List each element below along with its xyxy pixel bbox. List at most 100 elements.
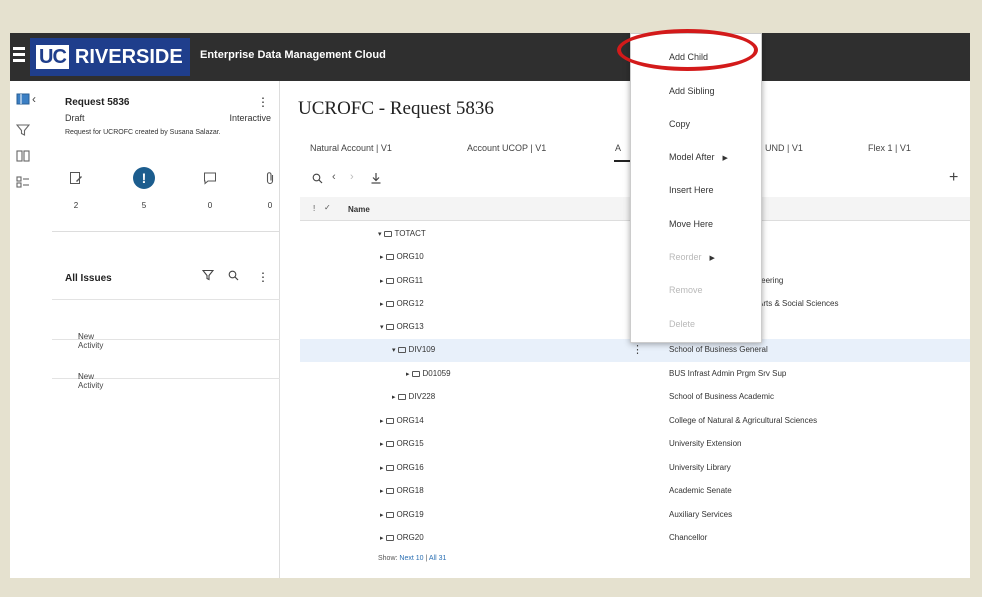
properties-icon[interactable] bbox=[16, 175, 30, 189]
logo-riverside-text: RIVERSIDE bbox=[74, 45, 183, 68]
submenu-arrow-icon: ▶ bbox=[722, 155, 728, 162]
list-item[interactable]: ! New Activity bbox=[52, 339, 280, 390]
request-type: Interactive bbox=[229, 113, 271, 123]
issues-kebab-icon[interactable]: ⋮ bbox=[257, 270, 269, 284]
search-icon[interactable] bbox=[228, 270, 239, 281]
node-description: BUS Infrast Admin Prgm Srv Sup bbox=[669, 369, 787, 378]
expand-icon[interactable]: ▸ bbox=[392, 394, 396, 401]
top-bar: UC RIVERSIDE Enterprise Data Management … bbox=[10, 33, 970, 81]
node-name: TOTACT bbox=[394, 229, 426, 238]
back-icon[interactable]: ‹ bbox=[332, 171, 336, 183]
collapse-icon[interactable]: ▾ bbox=[378, 231, 382, 238]
expand-icon[interactable]: ▸ bbox=[406, 371, 410, 378]
collapse-icon[interactable]: ▾ bbox=[380, 324, 384, 331]
download-icon[interactable] bbox=[370, 172, 382, 184]
folder-icon bbox=[385, 488, 394, 494]
table-row[interactable]: ▸ D01059 BUS Infrast Admin Prgm Srv Sup bbox=[300, 363, 970, 386]
node-name: D01059 bbox=[422, 369, 451, 378]
menu-item-model-after[interactable]: Model After ▶ bbox=[669, 152, 728, 162]
table-row[interactable]: ▸ ORG16 University Library bbox=[300, 457, 970, 480]
request-description: Request for UCROFC created by Susana Sal… bbox=[65, 129, 221, 136]
comment-icon[interactable] bbox=[199, 167, 221, 189]
uc-riverside-logo: UC RIVERSIDE bbox=[30, 38, 190, 76]
compare-icon[interactable] bbox=[16, 149, 30, 163]
forward-icon[interactable]: › bbox=[350, 171, 354, 183]
submenu-arrow-icon: ▶ bbox=[709, 255, 715, 262]
expand-icon[interactable]: ▸ bbox=[380, 418, 384, 425]
expand-icon[interactable]: ▸ bbox=[380, 512, 384, 519]
folder-icon bbox=[385, 418, 394, 424]
request-status: Draft bbox=[65, 113, 85, 123]
expand-icon[interactable]: ▸ bbox=[380, 441, 384, 448]
issues-count: 5 bbox=[141, 201, 147, 210]
add-icon[interactable]: + bbox=[949, 169, 958, 187]
filter-icon[interactable] bbox=[16, 123, 30, 137]
table-row[interactable]: ▸ ORG19 Auxiliary Services bbox=[300, 504, 970, 527]
folder-icon bbox=[385, 278, 394, 284]
table-row[interactable]: ▸ ORG18 Academic Senate bbox=[300, 480, 970, 503]
tab-active[interactable]: A bbox=[615, 143, 621, 153]
node-name: ORG11 bbox=[396, 276, 424, 285]
request-actions-kebab-icon[interactable]: ⋮ bbox=[257, 95, 269, 109]
node-description: School of Business General bbox=[669, 345, 768, 354]
edit-icon[interactable] bbox=[65, 167, 87, 189]
table-row[interactable]: ▸ ORG20 Chancellor bbox=[300, 527, 970, 550]
expand-icon[interactable]: ▸ bbox=[380, 465, 384, 472]
search-icon[interactable] bbox=[312, 173, 323, 184]
expand-icon[interactable]: ▸ bbox=[380, 254, 384, 261]
folder-icon bbox=[411, 371, 420, 377]
logo-uc-text: UC bbox=[36, 45, 69, 69]
table-row[interactable]: ▸ DIV228 School of Business Academic bbox=[300, 386, 970, 409]
expand-icon[interactable]: ▸ bbox=[380, 278, 384, 285]
panel-toggle-icon[interactable] bbox=[16, 92, 30, 106]
app-title: Enterprise Data Management Cloud bbox=[200, 49, 386, 61]
table-row[interactable]: ▸ ORG14 College of Natural & Agricultural… bbox=[300, 410, 970, 433]
folder-icon bbox=[385, 441, 394, 447]
show-all-link[interactable]: All 31 bbox=[429, 555, 447, 562]
node-name: ORG12 bbox=[396, 299, 424, 308]
node-description: University Extension bbox=[669, 439, 742, 448]
hamburger-menu-icon[interactable] bbox=[13, 47, 25, 65]
collapse-chevron-icon[interactable]: ‹ bbox=[32, 92, 36, 106]
expand-icon[interactable]: ▸ bbox=[380, 535, 384, 542]
menu-item-add-sibling[interactable]: Add Sibling bbox=[669, 86, 715, 96]
tab-account-ucop[interactable]: Account UCOP | V1 bbox=[467, 143, 546, 153]
attachment-count: 0 bbox=[267, 201, 273, 210]
tab-natural-account[interactable]: Natural Account | V1 bbox=[310, 143, 392, 153]
issues-header: All Issues bbox=[65, 273, 112, 284]
pagination-separator: | bbox=[425, 555, 428, 562]
edit-count: 2 bbox=[73, 201, 79, 210]
attachment-icon[interactable] bbox=[259, 167, 281, 189]
pagination: Show: Next 10 | All 31 bbox=[378, 555, 446, 562]
row-actions-kebab-icon[interactable]: ⋮ bbox=[632, 343, 643, 356]
page-title: UCROFC - Request 5836 bbox=[298, 98, 494, 119]
request-title: Request 5836 bbox=[65, 97, 130, 108]
filter-icon[interactable] bbox=[202, 269, 214, 281]
menu-item-copy[interactable]: Copy bbox=[669, 119, 690, 129]
collapse-icon[interactable]: ▾ bbox=[392, 347, 396, 354]
comment-count: 0 bbox=[207, 201, 213, 210]
node-name: ORG15 bbox=[396, 439, 424, 448]
table-row[interactable]: ▸ ORG15 University Extension bbox=[300, 433, 970, 456]
menu-item-reorder: Reorder ▶ bbox=[669, 252, 715, 262]
menu-item-insert-here[interactable]: Insert Here bbox=[669, 185, 714, 195]
column-check-icon: ✓ bbox=[324, 203, 331, 212]
node-name: ORG16 bbox=[396, 463, 424, 472]
alert-icon[interactable]: ! bbox=[133, 167, 155, 189]
expand-icon[interactable]: ▸ bbox=[380, 488, 384, 495]
node-name: ORG19 bbox=[396, 510, 424, 519]
column-name-header[interactable]: Name bbox=[348, 205, 370, 214]
tab-flex-1[interactable]: Flex 1 | V1 bbox=[868, 143, 911, 153]
list-item[interactable]: ! New Activity bbox=[52, 299, 280, 350]
tab-fund[interactable]: UND | V1 bbox=[765, 143, 803, 153]
node-name: ORG13 bbox=[396, 322, 424, 331]
left-icon-rail: ‹ bbox=[10, 81, 52, 578]
node-name: ORG10 bbox=[396, 252, 424, 261]
folder-icon bbox=[397, 394, 406, 400]
folder-icon bbox=[397, 347, 406, 353]
node-name: DIV228 bbox=[408, 392, 436, 401]
expand-icon[interactable]: ▸ bbox=[380, 301, 384, 308]
node-name: ORG18 bbox=[396, 486, 424, 495]
menu-item-move-here[interactable]: Move Here bbox=[669, 219, 713, 229]
next-10-link[interactable]: Next 10 bbox=[399, 555, 423, 562]
